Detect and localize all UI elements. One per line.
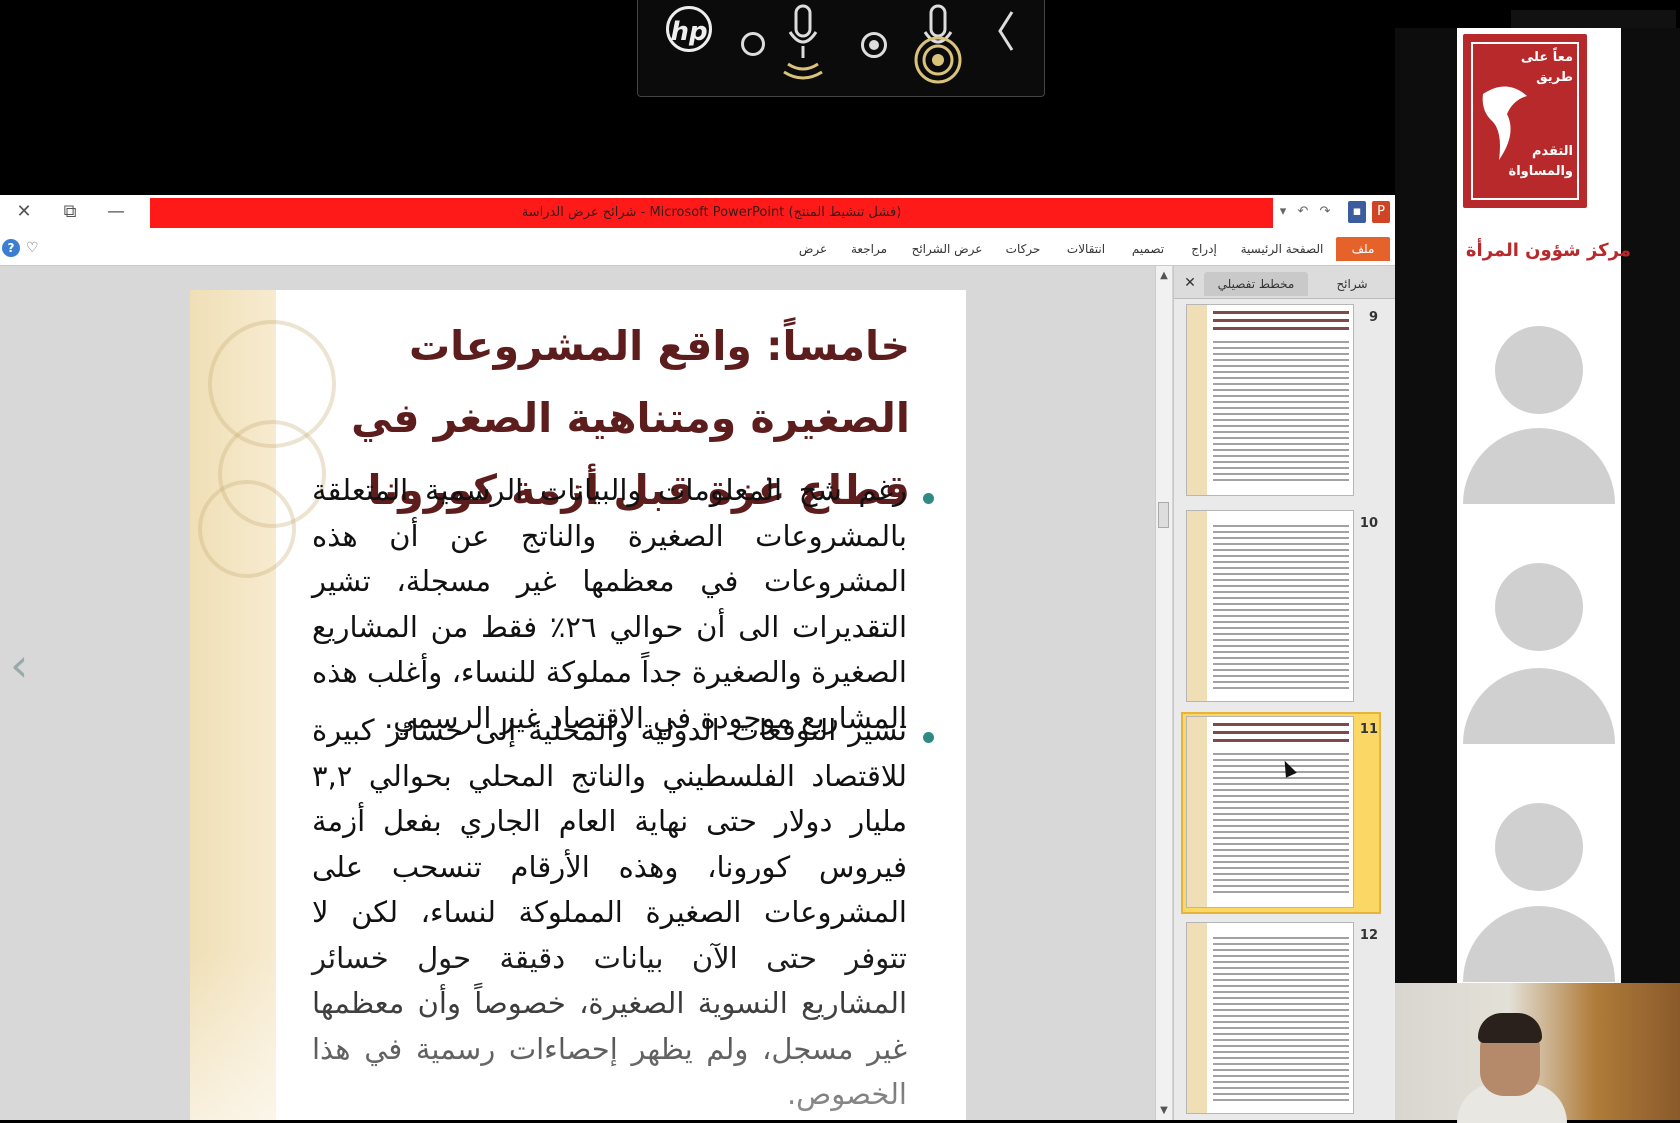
thumbnail-title-lines [1213, 311, 1349, 335]
thumbnail-band [1187, 717, 1207, 907]
favorite-icon[interactable]: ♡ [26, 239, 39, 257]
thumbnail-text-lines [1213, 753, 1349, 895]
thumbnail-text-lines [1213, 525, 1349, 689]
thumbnail-text-lines [1213, 937, 1349, 1101]
logo-frame: معاً على طريق التقدم والمساواة [1471, 42, 1579, 200]
logo-word: التقدم [1531, 144, 1573, 159]
avatar-head-icon [1495, 563, 1583, 651]
customize-toolbar-icon[interactable]: ▾ [1274, 201, 1292, 223]
participants-panel: معاً على طريق التقدم والمساواة مركز شؤون… [1395, 28, 1680, 983]
slide-bottom-fade [190, 950, 966, 1120]
meeting-control-bar: hp [637, 0, 1045, 97]
logo-word: والمساواة [1508, 164, 1573, 179]
avatar-head-icon [1495, 803, 1583, 891]
slides-panel: ✕ مخطط تفصيلي شرائح 9 10 11 12 [1173, 266, 1395, 1120]
slide-thumbnail[interactable] [1186, 510, 1354, 702]
avatar-body-icon [1463, 906, 1615, 982]
close-button[interactable]: ✕ [6, 199, 42, 225]
organization-logo: معاً على طريق التقدم والمساواة [1463, 34, 1587, 208]
scroll-thumb[interactable] [1158, 502, 1169, 528]
logo-word: معاً على [1520, 50, 1573, 65]
save-icon[interactable]: ▪ [1348, 201, 1366, 223]
organization-name: مركز شؤون المرأة [1465, 240, 1631, 261]
tab-animations[interactable]: حركات [998, 237, 1048, 261]
tab-review[interactable]: مراجعة [840, 237, 898, 261]
scroll-down-icon[interactable]: ▼ [1156, 1105, 1172, 1116]
slide-thumbnail-selected[interactable] [1186, 716, 1354, 908]
participant-tile-area: معاً على طريق التقدم والمساواة مركز شؤون… [1457, 28, 1631, 983]
record-off-icon[interactable] [741, 32, 765, 56]
thumbnail-title-lines [1213, 723, 1349, 747]
tab-design[interactable]: تصميم [1120, 237, 1176, 261]
avatar-body-icon [1463, 668, 1615, 744]
slide-number: 11 [1359, 722, 1378, 737]
thumbnail-text-lines [1213, 341, 1349, 483]
thumbnail-band [1187, 511, 1207, 701]
microphone-icon[interactable] [778, 2, 828, 84]
help-icon[interactable]: ? [2, 239, 20, 257]
slide-number: 12 [1359, 928, 1378, 943]
restore-button[interactable]: ⧉ [52, 199, 88, 225]
video-person-hair [1478, 1013, 1542, 1043]
slide-bullet: رغم شح المعلومات والبيانات الرسمية المتع… [312, 473, 907, 735]
thumbnail-band [1187, 923, 1207, 1113]
avatar-body-icon [1463, 428, 1615, 504]
avatar-head-icon [1495, 326, 1583, 414]
tab-file[interactable]: ملف [1336, 237, 1390, 261]
vertical-scrollbar[interactable]: ▲ ▼ [1155, 266, 1172, 1120]
close-panel-icon[interactable]: ✕ [1182, 272, 1198, 294]
ribbon-tab-bar: ? ♡ ملف الصفحة الرئيسية إدراج تصميم انتق… [0, 231, 1395, 266]
record-icon[interactable] [861, 32, 887, 58]
hp-logo-icon: hp [666, 6, 712, 52]
tab-view[interactable]: عرض [790, 237, 836, 261]
current-slide[interactable]: خامساً: واقع المشروعات الصغيرة ومتناهية … [190, 290, 966, 1120]
slide-thumbnail[interactable] [1186, 304, 1354, 496]
undo-icon[interactable]: ↶ [1294, 201, 1312, 223]
dove-icon [1482, 86, 1527, 160]
tab-home[interactable]: الصفحة الرئيسية [1232, 237, 1332, 261]
logo-word: طريق [1536, 70, 1573, 85]
tab-outline[interactable]: مخطط تفصيلي [1204, 272, 1308, 296]
redo-icon[interactable]: ↷ [1316, 201, 1334, 223]
window-title: شرائح عرض الدراسة - Microsoft PowerPoint… [150, 198, 1273, 228]
tab-insert[interactable]: إدراج [1180, 237, 1228, 261]
minimize-button[interactable]: — [98, 199, 134, 225]
participant-video-tile[interactable] [1395, 983, 1680, 1123]
tab-slides[interactable]: شرائح [1320, 272, 1384, 296]
thumbnail-band [1187, 305, 1207, 495]
slide-number: 10 [1359, 516, 1378, 531]
previous-slide-icon[interactable]: ‹ [10, 638, 28, 692]
tab-slideshow[interactable]: عرض الشرائح [902, 237, 992, 261]
bullet-icon [923, 732, 934, 743]
tab-transitions[interactable]: انتقالات [1054, 237, 1118, 261]
powerpoint-app-icon[interactable]: P [1372, 201, 1390, 223]
microphone-active-icon[interactable] [908, 2, 968, 86]
scroll-up-icon[interactable]: ▲ [1156, 270, 1172, 281]
chevron-left-icon[interactable] [994, 8, 1018, 54]
slide-number: 9 [1368, 310, 1378, 325]
decorative-swirl-icon [198, 480, 296, 578]
bullet-icon [923, 493, 934, 504]
panel-tab-bar: ✕ مخطط تفصيلي شرائح [1174, 266, 1395, 299]
title-bar: ✕ ⧉ — شرائح عرض الدراسة - Microsoft Powe… [0, 195, 1395, 231]
slide-thumbnail[interactable] [1186, 922, 1354, 1114]
